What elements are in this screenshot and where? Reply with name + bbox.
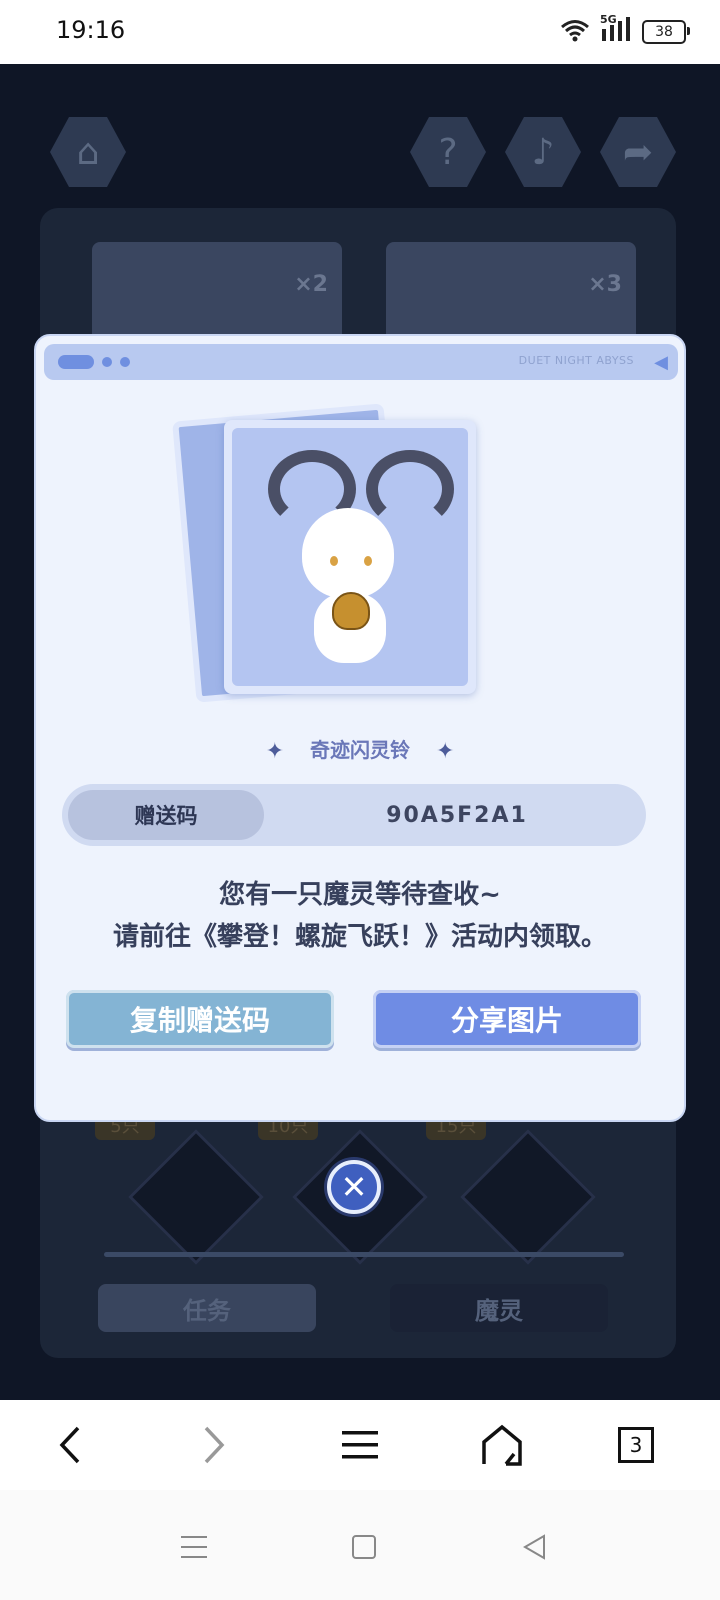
tabs-icon[interactable]: 3 [606, 1420, 666, 1470]
tab-label: 魔灵 [475, 1296, 523, 1325]
spirit-card [224, 420, 476, 694]
network-type: 5G [600, 13, 617, 26]
dialog-header: DUET NIGHT ABYSS ◀ [44, 344, 678, 380]
mascot-head [302, 508, 394, 598]
menu-icon[interactable] [330, 1420, 390, 1470]
clock: 19:16 [56, 16, 126, 44]
item-name: 奇迹闪灵铃 [310, 738, 410, 762]
battery-level: 38 [655, 24, 673, 40]
gift-code-value[interactable]: 90A5F2A1 [272, 784, 642, 846]
music-icon[interactable]: ♪ [505, 117, 581, 187]
sparkle-icon: ✦ [436, 739, 455, 764]
battery-icon: 38 [642, 20, 690, 44]
tab-tasks[interactable]: 任务 [98, 1284, 316, 1332]
header-brand-text: DUET NIGHT ABYSS [518, 354, 634, 367]
forward-icon[interactable] [184, 1420, 244, 1470]
reward-card: ×3 [386, 242, 636, 342]
message-line-1: 您有一只魔灵等待查收~ [219, 880, 501, 910]
copy-code-button[interactable]: 复制赠送码 [66, 990, 334, 1048]
recents-icon[interactable] [174, 1532, 214, 1562]
cellular-signal-icon: 5G [600, 13, 632, 47]
gift-code-field: 赠送码 90A5F2A1 [62, 784, 646, 846]
reward-card: ×2 [92, 242, 342, 342]
status-bar: 19:16 5G 38 [0, 0, 720, 64]
header-dot [102, 357, 112, 367]
progress-track [104, 1252, 624, 1257]
share-image-button[interactable]: 分享图片 [373, 990, 641, 1048]
tab-label: 任务 [183, 1296, 231, 1325]
mascot-eye [330, 556, 338, 566]
home-button-icon[interactable] [344, 1532, 384, 1562]
header-pill [58, 355, 94, 369]
item-name-row: ✦ 奇迹闪灵铃 ✦ [0, 734, 720, 764]
back-button-icon[interactable] [514, 1532, 554, 1562]
mascot-eye [364, 556, 372, 566]
bell-icon [332, 592, 370, 630]
back-icon[interactable] [40, 1420, 100, 1470]
card-count: ×3 [588, 272, 622, 297]
tabs-count: 3 [618, 1427, 654, 1463]
horn-right [366, 450, 454, 528]
wifi-icon [560, 18, 590, 46]
home-icon[interactable] [472, 1420, 532, 1470]
share-image-label: 分享图片 [450, 1004, 563, 1037]
close-icon[interactable]: ✕ [327, 1160, 381, 1214]
help-icon[interactable]: ? [410, 117, 486, 187]
copy-code-label: 复制赠送码 [129, 1004, 270, 1037]
system-nav-bar [0, 1490, 720, 1600]
header-dot [120, 357, 130, 367]
browser-toolbar: 3 [0, 1400, 720, 1490]
home-icon[interactable]: ⌂ [50, 117, 126, 187]
header-triangle-icon: ◀ [654, 352, 668, 373]
sparkle-icon: ✦ [265, 739, 284, 764]
gift-code-label: 赠送码 [68, 790, 264, 840]
status-icons: 5G 38 [560, 13, 690, 48]
share-icon[interactable]: ➦ [600, 117, 676, 187]
tab-spirits[interactable]: 魔灵 [390, 1284, 608, 1332]
message-line-2: 请前往《攀登！螺旋飞跃！》活动内领取。 [112, 922, 607, 952]
spirit-illustration [232, 428, 468, 686]
card-count: ×2 [294, 272, 328, 297]
